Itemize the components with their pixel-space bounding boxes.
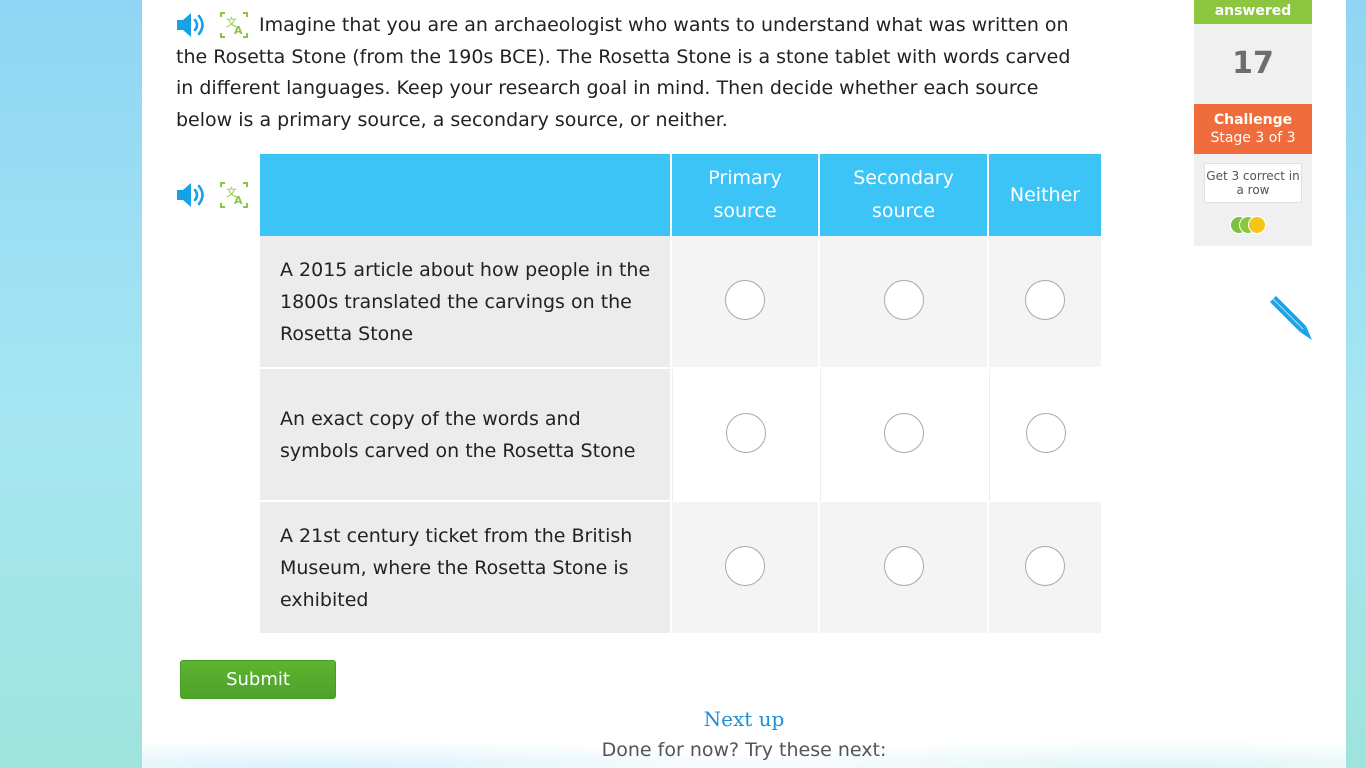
question-text: Imagine that you are an archaeologist wh…	[176, 14, 1071, 131]
cell-secondary	[820, 369, 987, 502]
question-prompt: Imagine that you are an archaeologist wh…	[176, 10, 1076, 136]
column-header-neither: Neither	[989, 154, 1101, 236]
radio-primary-row-1[interactable]	[725, 279, 765, 320]
cell-secondary	[820, 236, 987, 369]
source-statement: An exact copy of the words and symbols c…	[260, 369, 670, 502]
next-up-heading[interactable]: Next up	[0, 707, 1366, 731]
cell-secondary	[820, 502, 987, 635]
table-header-blank	[260, 154, 670, 236]
challenge-badge: Challenge Stage 3 of 3	[1194, 104, 1312, 154]
radio-secondary-row-2[interactable]	[884, 412, 924, 453]
answered-label: answered	[1194, 0, 1312, 24]
challenge-title: Challenge	[1213, 112, 1293, 128]
source-statement: A 2015 article about how people in the 1…	[260, 236, 670, 369]
radio-secondary-row-3[interactable]	[883, 545, 924, 586]
source-classification-table: Primary source Secondary source Neither …	[258, 154, 1103, 635]
cell-primary	[672, 369, 818, 502]
challenge-stage: Stage 3 of 3	[1210, 130, 1296, 146]
radio-neither-row-1[interactable]	[1025, 279, 1065, 320]
translate-icon[interactable]: 文 A	[219, 181, 249, 213]
column-header-secondary: Secondary source	[820, 154, 987, 236]
svg-text:A: A	[234, 194, 243, 207]
radio-primary-row-2[interactable]	[725, 412, 766, 453]
radio-neither-row-3[interactable]	[1025, 545, 1065, 586]
cell-neither	[989, 236, 1101, 369]
radio-primary-row-3[interactable]	[725, 545, 765, 586]
source-statement: A 21st century ticket from the British M…	[260, 502, 670, 635]
cell-neither	[989, 369, 1101, 502]
next-up-subtitle: Done for now? Try these next:	[601, 739, 887, 761]
table-row: A 21st century ticket from the British M…	[260, 502, 1101, 635]
pencil-icon[interactable]	[1266, 294, 1314, 346]
streak-box: Get 3 correct in a row	[1194, 154, 1312, 246]
column-header-primary: Primary source	[672, 154, 818, 236]
cell-primary	[672, 236, 818, 369]
table-row: A 2015 article about how people in the 1…	[260, 236, 1101, 369]
streak-dots	[1230, 216, 1280, 236]
speaker-icon[interactable]	[176, 182, 210, 212]
radio-secondary-row-1[interactable]	[883, 279, 924, 320]
streak-dot	[1248, 216, 1266, 234]
cell-neither	[989, 502, 1101, 635]
submit-button[interactable]: Submit	[180, 660, 336, 699]
streak-note: Get 3 correct in a row	[1204, 163, 1302, 203]
radio-neither-row-2[interactable]	[1025, 412, 1066, 453]
progress-sidebar: answered 17 Challenge Stage 3 of 3 Get 3…	[1194, 0, 1312, 246]
answered-count: 17	[1194, 24, 1312, 104]
table-row: An exact copy of the words and symbols c…	[260, 369, 1101, 502]
cell-primary	[672, 502, 818, 635]
